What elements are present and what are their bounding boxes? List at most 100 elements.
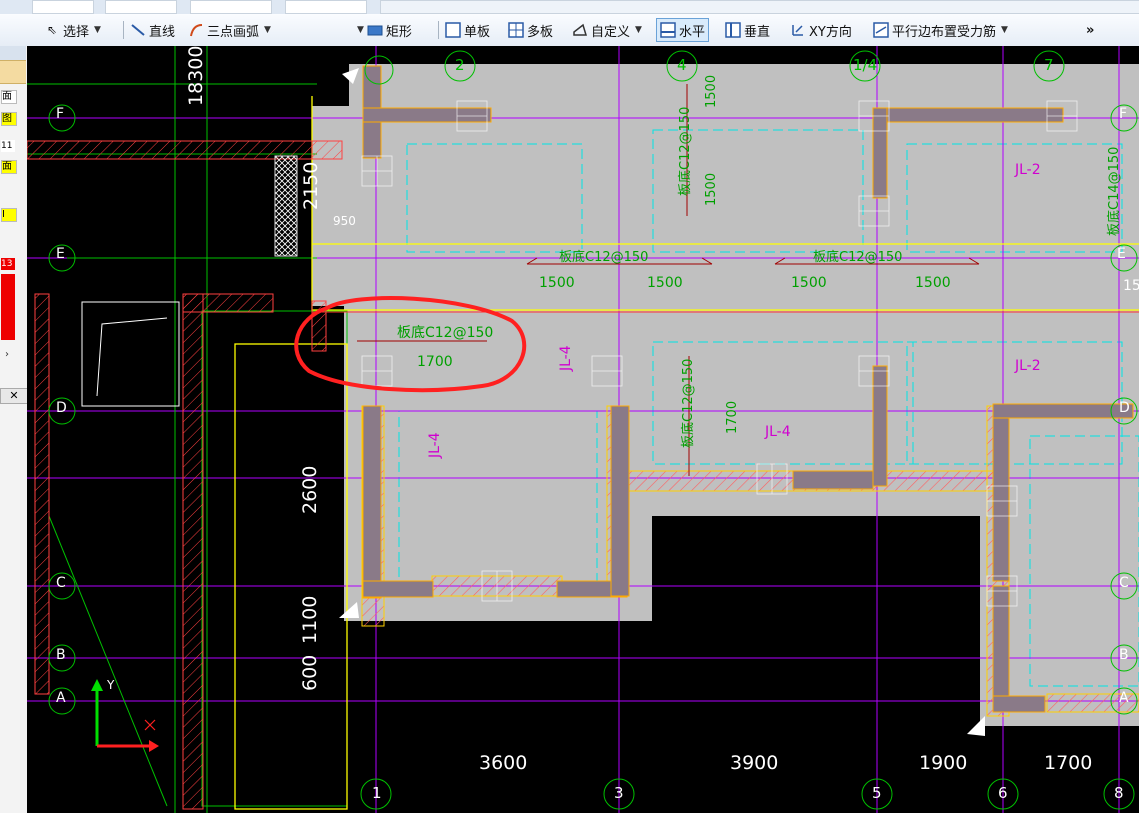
- arc-label: 三点画弧: [207, 24, 260, 40]
- toolbar-overflow-button[interactable]: »: [1086, 19, 1094, 41]
- arc-button[interactable]: 三点画弧 ▼: [188, 19, 271, 41]
- beam-label-jl2-b: JL-2: [1015, 358, 1041, 374]
- dim-left-600: 600: [299, 654, 321, 691]
- axis-label-right-a: A: [1119, 690, 1129, 706]
- beam-label-jl4-a: JL-4: [765, 424, 791, 440]
- dim-left-1100: 1100: [299, 595, 321, 644]
- horizontal-button[interactable]: 水平: [656, 18, 710, 42]
- beam-label-jl4-c: JL-4: [427, 432, 443, 458]
- dim-vert-1500-top: 1500: [704, 74, 719, 108]
- rebar-label-c14: 板底C14@150: [1107, 146, 1122, 236]
- component-select[interactable]: [190, 0, 272, 14]
- white-outline-box: [81, 301, 180, 407]
- parallel-rebar-button[interactable]: 平行边布置受力筋 ▼: [873, 19, 1008, 41]
- dim-left-18300: 18300: [185, 45, 207, 106]
- top-partial-buttons[interactable]: [380, 0, 1139, 14]
- rectangle-button[interactable]: ▼ 矩形: [355, 19, 412, 41]
- dim-1500-d: 1500: [915, 275, 951, 291]
- overflow-chevron-icon: »: [1086, 22, 1095, 38]
- axis-label-d: D: [56, 400, 67, 416]
- line-label: 直线: [149, 24, 176, 40]
- axis-label-bottom-5: 5: [872, 784, 882, 802]
- dim-1500-b: 1500: [647, 275, 683, 291]
- rebar-label-c12-b: 板底C12@150: [813, 250, 903, 265]
- axis-label-b: B: [56, 647, 66, 663]
- vertical-icon: [725, 22, 741, 38]
- left-panel-row[interactable]: 图: [1, 112, 17, 126]
- left-panel-row[interactable]: 13: [1, 258, 15, 270]
- chevron-down-icon: ▼: [94, 25, 101, 35]
- left-panel-row[interactable]: 11: [1, 140, 15, 152]
- axis-label-top-4: 4: [677, 56, 687, 74]
- horizontal-label: 水平: [679, 24, 706, 40]
- draw-toolbar: ⇖ 选择 ▼ 直线 三点画弧 ▼ ▼ 矩形 单板 多板 自定义 ▼ 水平 垂直 XY方向…: [0, 14, 1139, 47]
- single-slab-label: 单板: [464, 24, 491, 40]
- dim-vert-1500-mid: 1500: [704, 172, 719, 206]
- axis-label-e: E: [56, 246, 65, 262]
- left-panel-text: I: [2, 209, 5, 220]
- xy-direction-button[interactable]: XY方向: [790, 19, 852, 41]
- single-slab-button[interactable]: 单板: [445, 19, 490, 41]
- dim-950: 950: [333, 214, 356, 228]
- rebar-label-c12-vert-a: 板底C12@150: [678, 106, 693, 196]
- axis-label-bottom-3: 3: [614, 784, 624, 802]
- left-panel-text: 13: [1, 259, 13, 269]
- line-icon: [130, 22, 146, 38]
- component-name-select[interactable]: [285, 0, 367, 14]
- dim-bottom-1900: 1900: [919, 752, 968, 774]
- parallel-rebar-label: 平行边布置受力筋: [892, 24, 997, 40]
- dim-left-2150: 2150: [300, 161, 322, 210]
- axis-label-top-2: 2: [455, 56, 465, 74]
- multi-slab-button[interactable]: 多板: [508, 19, 553, 41]
- dim-vert-1700: 1700: [725, 400, 740, 434]
- partial-dim-right: 15: [1123, 278, 1139, 294]
- rectangle-icon: [367, 22, 383, 38]
- select-button[interactable]: ⇖ 选择 ▼: [44, 19, 101, 41]
- left-panel: 面 图 11 面 I 13 › ✕: [0, 46, 28, 813]
- left-panel-row[interactable]: 面: [1, 90, 17, 104]
- axis-label-right-c: C: [1119, 575, 1129, 591]
- category-select[interactable]: [105, 0, 177, 14]
- cursor-arrow-icon: ⇖: [46, 23, 58, 37]
- left-panel-row[interactable]: 面: [1, 160, 17, 174]
- single-slab-icon: [445, 22, 461, 38]
- beam-label-jl4-b: JL-4: [558, 345, 574, 371]
- white-polyline: [96, 317, 168, 397]
- crosshatch-block: [274, 155, 298, 257]
- toolbar-divider: [438, 21, 439, 39]
- dim-1500-a: 1500: [539, 275, 575, 291]
- axis-label-f: F: [56, 106, 65, 122]
- custom-shape-label: 自定义: [591, 24, 631, 40]
- xy-direction-icon: [790, 22, 806, 38]
- axis-label-c: C: [56, 575, 66, 591]
- left-panel-text: 面: [2, 161, 12, 172]
- custom-shape-button[interactable]: 自定义 ▼: [572, 19, 642, 41]
- ucs-y-label: Y: [107, 678, 115, 692]
- chevron-down-icon: ▼: [1001, 25, 1008, 35]
- horizontal-icon: [660, 22, 676, 38]
- rebar-label-c12-vert-b: 板底C12@150: [681, 358, 696, 448]
- axis-label-bottom-1: 1: [372, 784, 382, 802]
- left-panel-text: 11: [1, 141, 13, 151]
- left-panel-highlight: [0, 60, 26, 84]
- select-label: 选择: [63, 24, 90, 40]
- axis-label-top-1-4: 1/4: [853, 56, 878, 74]
- line-button[interactable]: 直线: [130, 19, 175, 41]
- scroll-right-button[interactable]: ›: [0, 348, 14, 362]
- axis-label-right-d: D: [1119, 400, 1130, 416]
- chevron-down-icon: ▼: [264, 25, 271, 35]
- multi-slab-icon: [508, 22, 524, 38]
- axis-label-bottom-6: 6: [998, 784, 1008, 802]
- cad-drawing: [27, 46, 1139, 813]
- floor-select[interactable]: [32, 0, 94, 14]
- left-panel-text: 图: [2, 113, 12, 124]
- close-icon[interactable]: ✕: [0, 388, 28, 404]
- vertical-button[interactable]: 垂直: [725, 19, 770, 41]
- chevron-down-icon: ▼: [357, 25, 364, 35]
- axis-label-top-7: 7: [1044, 56, 1054, 74]
- vertical-label: 垂直: [744, 24, 771, 40]
- arc-icon: [188, 22, 204, 38]
- left-panel-row[interactable]: I: [1, 208, 17, 222]
- cad-drawing-canvas[interactable]: F E D C B A 2 4 1/4 7 1 3 5 6 8 3600 390…: [27, 46, 1139, 813]
- dim-bottom-3600: 3600: [479, 752, 528, 774]
